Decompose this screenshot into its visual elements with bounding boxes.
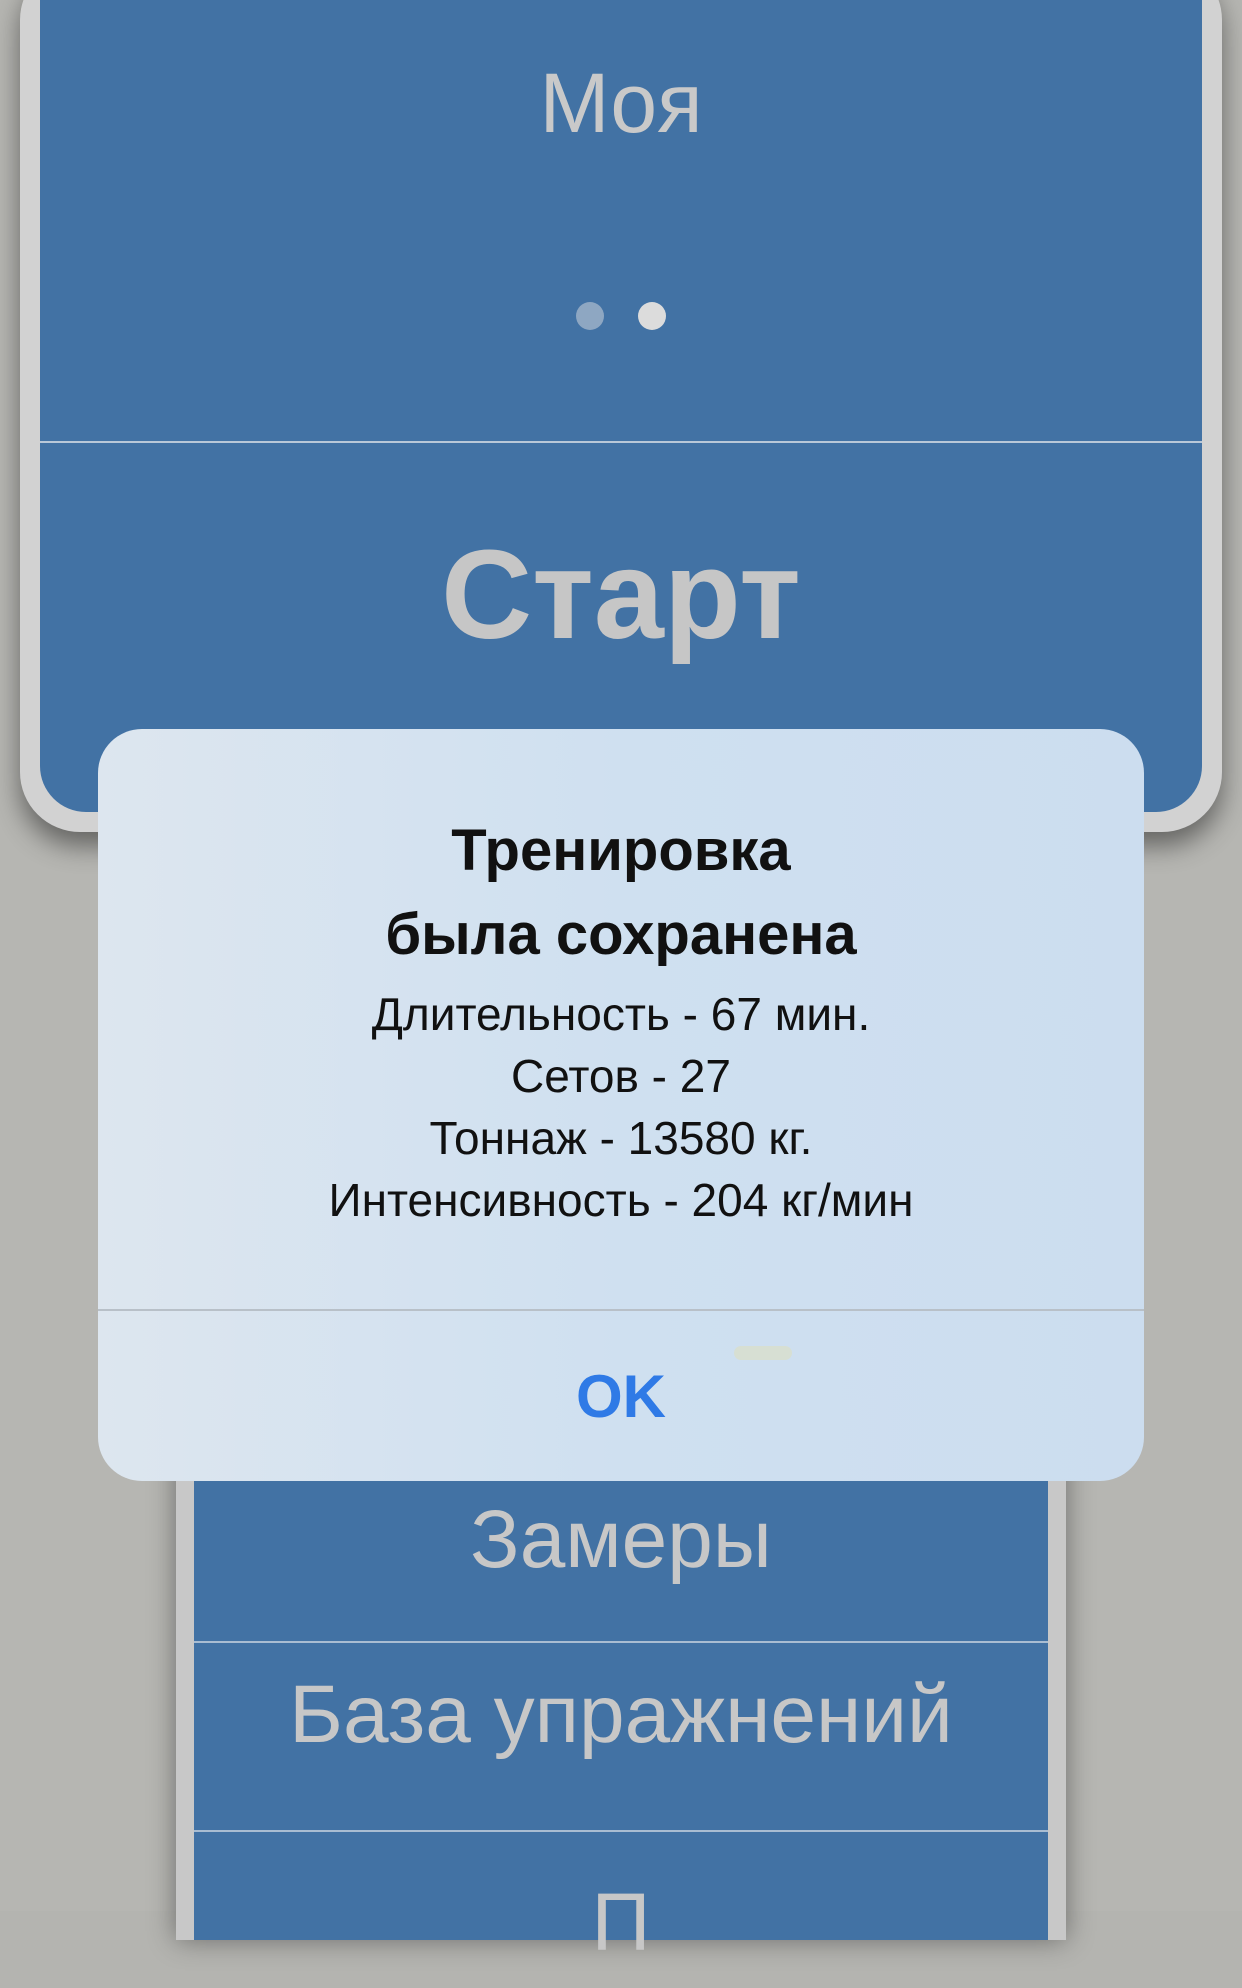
alert-title: Тренировка была сохранена xyxy=(98,809,1144,977)
workout-card-content: Моя Старт xyxy=(40,0,1202,812)
page-indicator[interactable] xyxy=(40,302,1202,330)
menu-separator xyxy=(194,1830,1048,1832)
alert-title-line-1: Тренировка xyxy=(451,818,791,883)
page-dot-2-active[interactable] xyxy=(638,302,666,330)
program-name[interactable]: Моя xyxy=(40,55,1202,152)
workout-saved-alert: Тренировка была сохранена Длительность -… xyxy=(98,729,1144,1481)
touch-highlight xyxy=(734,1346,792,1360)
ok-button[interactable]: OK xyxy=(98,1311,1144,1481)
alert-message: Длительность - 67 мин. Сетов - 27 Тоннаж… xyxy=(98,983,1144,1231)
duration-text: Длительность - 67 мин. xyxy=(371,988,871,1040)
card-divider xyxy=(40,441,1202,443)
menu-item-measurements[interactable]: Замеры xyxy=(194,1475,1048,1605)
start-button[interactable]: Старт xyxy=(40,520,1202,670)
menu-item-exercise-base[interactable]: База упражнений xyxy=(194,1635,1048,1795)
sets-text: Сетов - 27 xyxy=(511,1050,731,1102)
workout-card: Моя Старт xyxy=(20,0,1222,832)
alert-title-line-2: была сохранена xyxy=(385,902,857,967)
tonnage-text: Тоннаж - 13580 кг. xyxy=(429,1112,813,1164)
page-dot-1[interactable] xyxy=(576,302,604,330)
intensity-text: Интенсивность - 204 кг/мин xyxy=(328,1174,914,1226)
menu-item-partial[interactable]: П xyxy=(194,1858,1048,1988)
